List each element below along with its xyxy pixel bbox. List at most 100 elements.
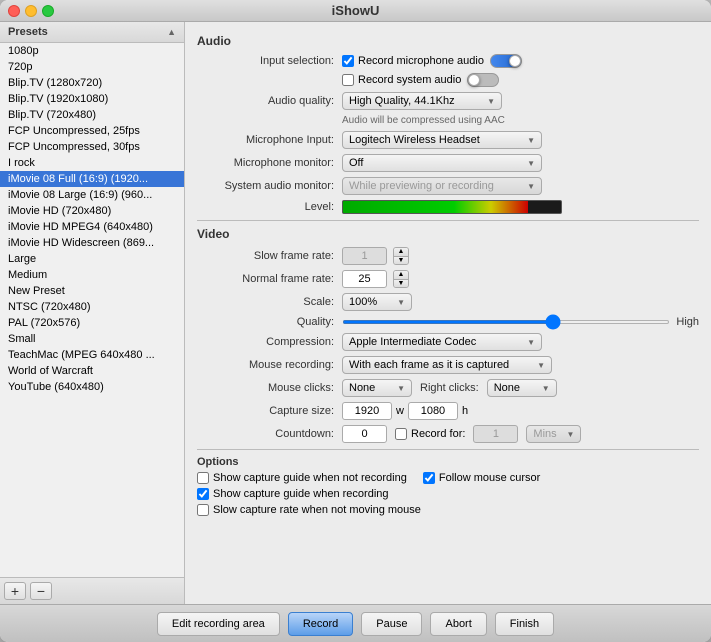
- countdown-label: Countdown:: [197, 428, 342, 440]
- countdown-input[interactable]: [342, 425, 387, 443]
- record-for-input[interactable]: [473, 425, 518, 443]
- video-section-title: Video: [197, 227, 699, 241]
- follow-mouse-cursor-label[interactable]: Follow mouse cursor: [423, 472, 540, 484]
- add-preset-button[interactable]: +: [4, 582, 26, 600]
- slow-capture-rate-checkbox[interactable]: [197, 504, 209, 516]
- slow-capture-rate-label[interactable]: Slow capture rate when not moving mouse: [197, 504, 699, 516]
- record-button[interactable]: Record: [288, 612, 353, 636]
- audio-quality-label: Audio quality:: [197, 95, 342, 107]
- list-item[interactable]: FCP Uncompressed, 25fps: [0, 123, 184, 139]
- level-bar: [342, 200, 562, 214]
- mouse-recording-dropdown[interactable]: With each frame as it is captured ▼: [342, 356, 552, 374]
- normal-frame-stepper[interactable]: ▲ ▼: [393, 270, 409, 288]
- normal-frame-down[interactable]: ▼: [394, 280, 408, 288]
- show-guide-not-recording-label[interactable]: Show capture guide when not recording: [197, 472, 407, 484]
- mic-input-arrow: ▼: [527, 136, 535, 145]
- record-for-checkbox[interactable]: [395, 428, 407, 440]
- list-item[interactable]: 1080p: [0, 43, 184, 59]
- slow-frame-control: ▲ ▼: [342, 247, 699, 265]
- record-system-toggle[interactable]: [467, 73, 499, 87]
- compression-row: Compression: Apple Intermediate Codec ▼: [197, 333, 699, 351]
- list-item[interactable]: TeachMac (MPEG 640x480 ...: [0, 347, 184, 363]
- record-system-checkbox-label[interactable]: Record system audio: [342, 74, 461, 86]
- sidebar-scroll-up[interactable]: ▲: [167, 27, 176, 37]
- list-item[interactable]: Blip.TV (1280x720): [0, 75, 184, 91]
- options-title: Options: [197, 456, 699, 468]
- normal-frame-control: ▲ ▼: [342, 270, 699, 288]
- options-row3: Slow capture rate when not moving mouse: [197, 504, 699, 516]
- list-item[interactable]: New Preset: [0, 283, 184, 299]
- record-for-checkbox-label[interactable]: Record for:: [395, 428, 465, 440]
- pause-button[interactable]: Pause: [361, 612, 422, 636]
- show-guide-recording-label[interactable]: Show capture guide when recording: [197, 488, 699, 500]
- list-item[interactable]: Medium: [0, 267, 184, 283]
- list-item[interactable]: I rock: [0, 155, 184, 171]
- normal-frame-up[interactable]: ▲: [394, 271, 408, 280]
- mouse-clicks-dropdown[interactable]: None ▼: [342, 379, 412, 397]
- show-guide-recording-checkbox[interactable]: [197, 488, 209, 500]
- show-guide-not-recording-checkbox[interactable]: [197, 472, 209, 484]
- audio-quality-dropdown[interactable]: High Quality, 44.1Khz ▼: [342, 92, 502, 110]
- edit-recording-area-button[interactable]: Edit recording area: [157, 612, 280, 636]
- toggle-knob: [509, 55, 521, 67]
- record-mic-toggle[interactable]: [490, 54, 522, 68]
- list-item[interactable]: Blip.TV (720x480): [0, 107, 184, 123]
- mic-input-value: Logitech Wireless Headset: [349, 134, 480, 146]
- minimize-button[interactable]: [25, 5, 37, 17]
- slow-frame-stepper[interactable]: ▲ ▼: [393, 247, 409, 265]
- list-item[interactable]: Large: [0, 251, 184, 267]
- quality-slider[interactable]: [342, 320, 670, 324]
- close-button[interactable]: [8, 5, 20, 17]
- audio-quality-arrow: ▼: [487, 97, 495, 106]
- normal-frame-input[interactable]: [342, 270, 387, 288]
- audio-video-divider: [197, 220, 699, 221]
- list-item[interactable]: NTSC (720x480): [0, 299, 184, 315]
- record-system-label: Record system audio: [358, 74, 461, 86]
- sidebar-header: Presets ▲: [0, 22, 184, 43]
- slow-frame-up[interactable]: ▲: [394, 248, 408, 257]
- slow-frame-input[interactable]: [342, 247, 387, 265]
- capture-height-input[interactable]: [408, 402, 458, 420]
- sidebar: Presets ▲ 1080p 720p Blip.TV (1280x720) …: [0, 22, 185, 604]
- list-item[interactable]: Small: [0, 331, 184, 347]
- scale-dropdown[interactable]: 100% ▼: [342, 293, 412, 311]
- list-item[interactable]: Blip.TV (1920x1080): [0, 91, 184, 107]
- list-item[interactable]: 720p: [0, 59, 184, 75]
- record-mic-label: Record microphone audio: [358, 55, 484, 67]
- abort-button[interactable]: Abort: [430, 612, 486, 636]
- mic-input-dropdown[interactable]: Logitech Wireless Headset ▼: [342, 131, 542, 149]
- list-item[interactable]: iMovie HD (720x480): [0, 203, 184, 219]
- record-for-unit-dropdown[interactable]: Mins ▼: [526, 425, 581, 443]
- list-item[interactable]: iMovie HD MPEG4 (640x480): [0, 219, 184, 235]
- list-item-selected[interactable]: iMovie 08 Full (16:9) (1920...: [0, 171, 184, 187]
- list-item[interactable]: PAL (720x576): [0, 315, 184, 331]
- finish-button[interactable]: Finish: [495, 612, 554, 636]
- capture-width-input[interactable]: [342, 402, 392, 420]
- mic-monitor-dropdown[interactable]: Off ▼: [342, 154, 542, 172]
- record-mic-checkbox-label[interactable]: Record microphone audio: [342, 55, 484, 67]
- system-audio-monitor-dropdown[interactable]: While previewing or recording ▼: [342, 177, 542, 195]
- list-item[interactable]: World of Warcraft: [0, 363, 184, 379]
- mic-monitor-label: Microphone monitor:: [197, 157, 342, 169]
- follow-mouse-cursor-checkbox[interactable]: [423, 472, 435, 484]
- record-for-unit: Mins: [533, 428, 556, 440]
- slow-frame-down[interactable]: ▼: [394, 257, 408, 265]
- follow-mouse-cursor-text: Follow mouse cursor: [439, 472, 540, 484]
- list-item[interactable]: FCP Uncompressed, 30fps: [0, 139, 184, 155]
- list-item[interactable]: iMovie HD Widescreen (869...: [0, 235, 184, 251]
- maximize-button[interactable]: [42, 5, 54, 17]
- remove-preset-button[interactable]: −: [30, 582, 52, 600]
- list-item[interactable]: iMovie 08 Large (16:9) (960...: [0, 187, 184, 203]
- record-system-checkbox[interactable]: [342, 74, 354, 86]
- scale-arrow: ▼: [397, 298, 405, 307]
- mic-input-label: Microphone Input:: [197, 134, 342, 146]
- mic-monitor-row: Microphone monitor: Off ▼: [197, 154, 699, 172]
- record-mic-checkbox[interactable]: [342, 55, 354, 67]
- settings-panel: Audio Input selection: Record microphone…: [185, 22, 711, 604]
- system-audio-monitor-control: While previewing or recording ▼: [342, 177, 699, 195]
- compression-dropdown[interactable]: Apple Intermediate Codec ▼: [342, 333, 542, 351]
- capture-size-control: w h: [342, 402, 699, 420]
- right-clicks-dropdown[interactable]: None ▼: [487, 379, 557, 397]
- input-selection-row: Input selection: Record microphone audio: [197, 54, 699, 68]
- list-item[interactable]: YouTube (640x480): [0, 379, 184, 395]
